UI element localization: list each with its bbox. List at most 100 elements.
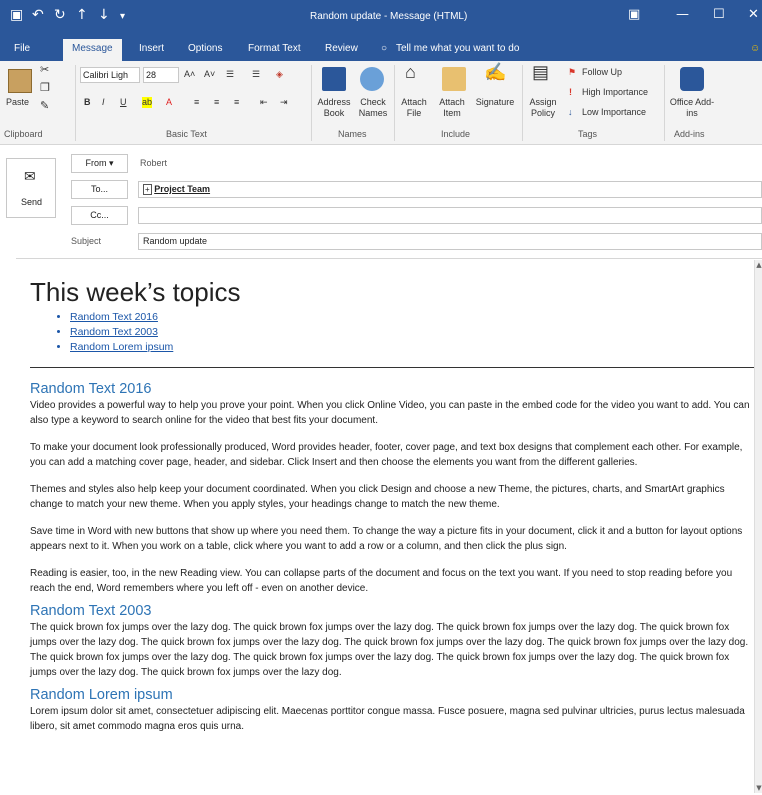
increase-indent-icon[interactable]: ⇥ — [280, 97, 288, 108]
numbering-icon[interactable]: ☰ — [252, 69, 260, 80]
assign-policy-button[interactable]: Assign Policy — [524, 97, 562, 119]
basic-text-group-label: Basic Text — [166, 129, 207, 139]
font-size-select[interactable]: 28 — [143, 67, 179, 83]
paste-icon[interactable] — [8, 69, 32, 93]
italic-button[interactable]: I — [102, 97, 105, 108]
tab-insert[interactable]: Insert — [139, 43, 164, 54]
align-left-icon[interactable]: ≡ — [194, 97, 199, 108]
align-right-icon[interactable]: ≡ — [234, 97, 239, 108]
tab-review[interactable]: Review — [325, 43, 358, 54]
highlight-icon[interactable]: ab — [142, 97, 153, 108]
from-button[interactable]: From ▾ — [71, 154, 128, 173]
tab-options[interactable]: Options — [188, 43, 222, 54]
office-addins-button[interactable]: Office Add-ins — [668, 97, 716, 119]
flag-icon: ⚑ — [568, 67, 577, 77]
bullets-icon[interactable]: ☰ — [226, 69, 234, 80]
up-arrow-icon[interactable]: ↑ — [76, 8, 88, 22]
divider — [30, 367, 762, 368]
tell-me-search[interactable]: Tell me what you want to do — [396, 43, 519, 54]
attach-item-icon[interactable] — [442, 67, 466, 91]
send-button[interactable]: ✉ Send — [6, 158, 56, 218]
redo-icon[interactable]: ↻ — [54, 8, 66, 22]
grow-font-icon[interactable]: A˄ — [184, 69, 195, 80]
cc-field[interactable] — [138, 207, 762, 224]
to-button[interactable]: To... — [71, 180, 128, 199]
group-divider — [522, 65, 523, 141]
body-heading: This week’s topics — [30, 277, 241, 307]
paste-button[interactable]: Paste — [6, 97, 29, 108]
copy-icon[interactable]: ❐ — [40, 83, 50, 94]
maximize-button[interactable]: ☐ — [713, 7, 725, 22]
section-title: Random Lorem ipsum — [30, 687, 173, 703]
ribbon-tabs: File Message Insert Options Format Text … — [0, 39, 762, 61]
low-importance-button[interactable]: Low Importance — [582, 107, 646, 118]
low-importance-icon: ↓ — [568, 107, 573, 117]
group-divider — [311, 65, 312, 141]
smiley-icon[interactable]: ☺ — [750, 43, 760, 54]
font-name-select[interactable]: Calibri Ligh — [80, 67, 140, 83]
clipboard-group-label: Clipboard — [4, 129, 43, 139]
signature-button[interactable]: Signature — [472, 97, 518, 108]
group-divider — [75, 65, 76, 141]
paragraph: Reading is easier, too, in the new Readi… — [30, 568, 733, 594]
window-title: Random update - Message (HTML) — [310, 11, 468, 22]
undo-icon[interactable]: ↶ — [32, 8, 44, 22]
save-icon[interactable]: ▣ — [10, 8, 23, 22]
message-document: This week’s topics Random Text 2016 Rand… — [30, 277, 762, 746]
vertical-scrollbar[interactable]: ▲ ▼ — [754, 260, 762, 793]
tab-message[interactable]: Message — [63, 39, 122, 61]
tags-group-label: Tags — [578, 129, 598, 139]
check-names-button[interactable]: Check Names — [356, 97, 390, 119]
from-label: From — [85, 158, 107, 168]
attach-file-button[interactable]: Attach File — [398, 97, 430, 119]
follow-up-button[interactable]: Follow Up — [582, 67, 622, 78]
shrink-font-icon[interactable]: A˅ — [204, 69, 215, 80]
office-addins-icon[interactable] — [680, 67, 704, 91]
title-bar: ▣ ↶ ↻ ↑ ↓ ▾ Random update - Message (HTM… — [0, 0, 762, 39]
bold-button[interactable]: B — [84, 97, 91, 108]
decrease-indent-icon[interactable]: ⇤ — [260, 97, 268, 108]
to-field[interactable]: + Project Team — [138, 181, 762, 198]
lightbulb-icon: ○ — [381, 43, 388, 54]
check-names-icon[interactable] — [360, 67, 384, 91]
high-importance-button[interactable]: High Importance — [582, 87, 648, 98]
restore-ribbon-icon[interactable]: ▣ — [628, 7, 640, 22]
close-button[interactable]: ✕ — [748, 7, 759, 22]
minimize-button[interactable]: — — [676, 7, 689, 22]
scroll-up-icon[interactable]: ▲ — [755, 260, 762, 270]
names-group-label: Names — [338, 129, 367, 139]
tab-file[interactable]: File — [14, 43, 30, 54]
cut-icon[interactable]: ✂ — [40, 65, 49, 76]
underline-button[interactable]: U — [120, 97, 127, 108]
font-color-icon[interactable]: A — [166, 97, 172, 108]
tab-format-text[interactable]: Format Text — [248, 43, 301, 54]
paragraph: The quick brown fox jumps over the lazy … — [30, 622, 749, 678]
topics-list: Random Text 2016 Random Text 2003 Random… — [30, 310, 750, 355]
paragraph: Themes and styles also help keep your do… — [30, 484, 725, 510]
clear-formatting-icon[interactable]: ◈ — [276, 69, 283, 80]
down-arrow-icon[interactable]: ↓ — [98, 8, 110, 22]
signature-icon[interactable]: ✍ — [484, 63, 506, 81]
topic-link[interactable]: Random Text 2016 — [70, 310, 750, 325]
group-divider — [664, 65, 665, 141]
address-book-button[interactable]: Address Book — [314, 97, 354, 119]
topic-link[interactable]: Random Lorem ipsum — [70, 340, 750, 355]
paragraph: Save time in Word with new buttons that … — [30, 526, 743, 552]
cc-button[interactable]: Cc... — [71, 206, 128, 225]
section-title: Random Text 2016 — [30, 381, 152, 397]
attach-file-icon[interactable]: ⌂ — [405, 63, 416, 81]
scroll-down-icon[interactable]: ▼ — [755, 783, 762, 793]
to-recipient[interactable]: Project Team — [154, 184, 210, 194]
section-title: Random Text 2003 — [30, 603, 152, 619]
expand-group-icon[interactable]: + — [143, 184, 152, 195]
assign-policy-icon[interactable]: ▤ — [532, 63, 549, 81]
left-margin — [0, 258, 16, 795]
format-painter-icon[interactable]: ✎ — [40, 101, 49, 112]
align-center-icon[interactable]: ≡ — [214, 97, 219, 108]
message-body[interactable]: This week’s topics Random Text 2016 Rand… — [16, 258, 762, 795]
attach-item-button[interactable]: Attach Item — [434, 97, 470, 119]
subject-field[interactable]: Random update — [138, 233, 762, 250]
customize-toolbar-icon[interactable]: ▾ — [120, 10, 125, 24]
topic-link[interactable]: Random Text 2003 — [70, 325, 750, 340]
address-book-icon[interactable] — [322, 67, 346, 91]
